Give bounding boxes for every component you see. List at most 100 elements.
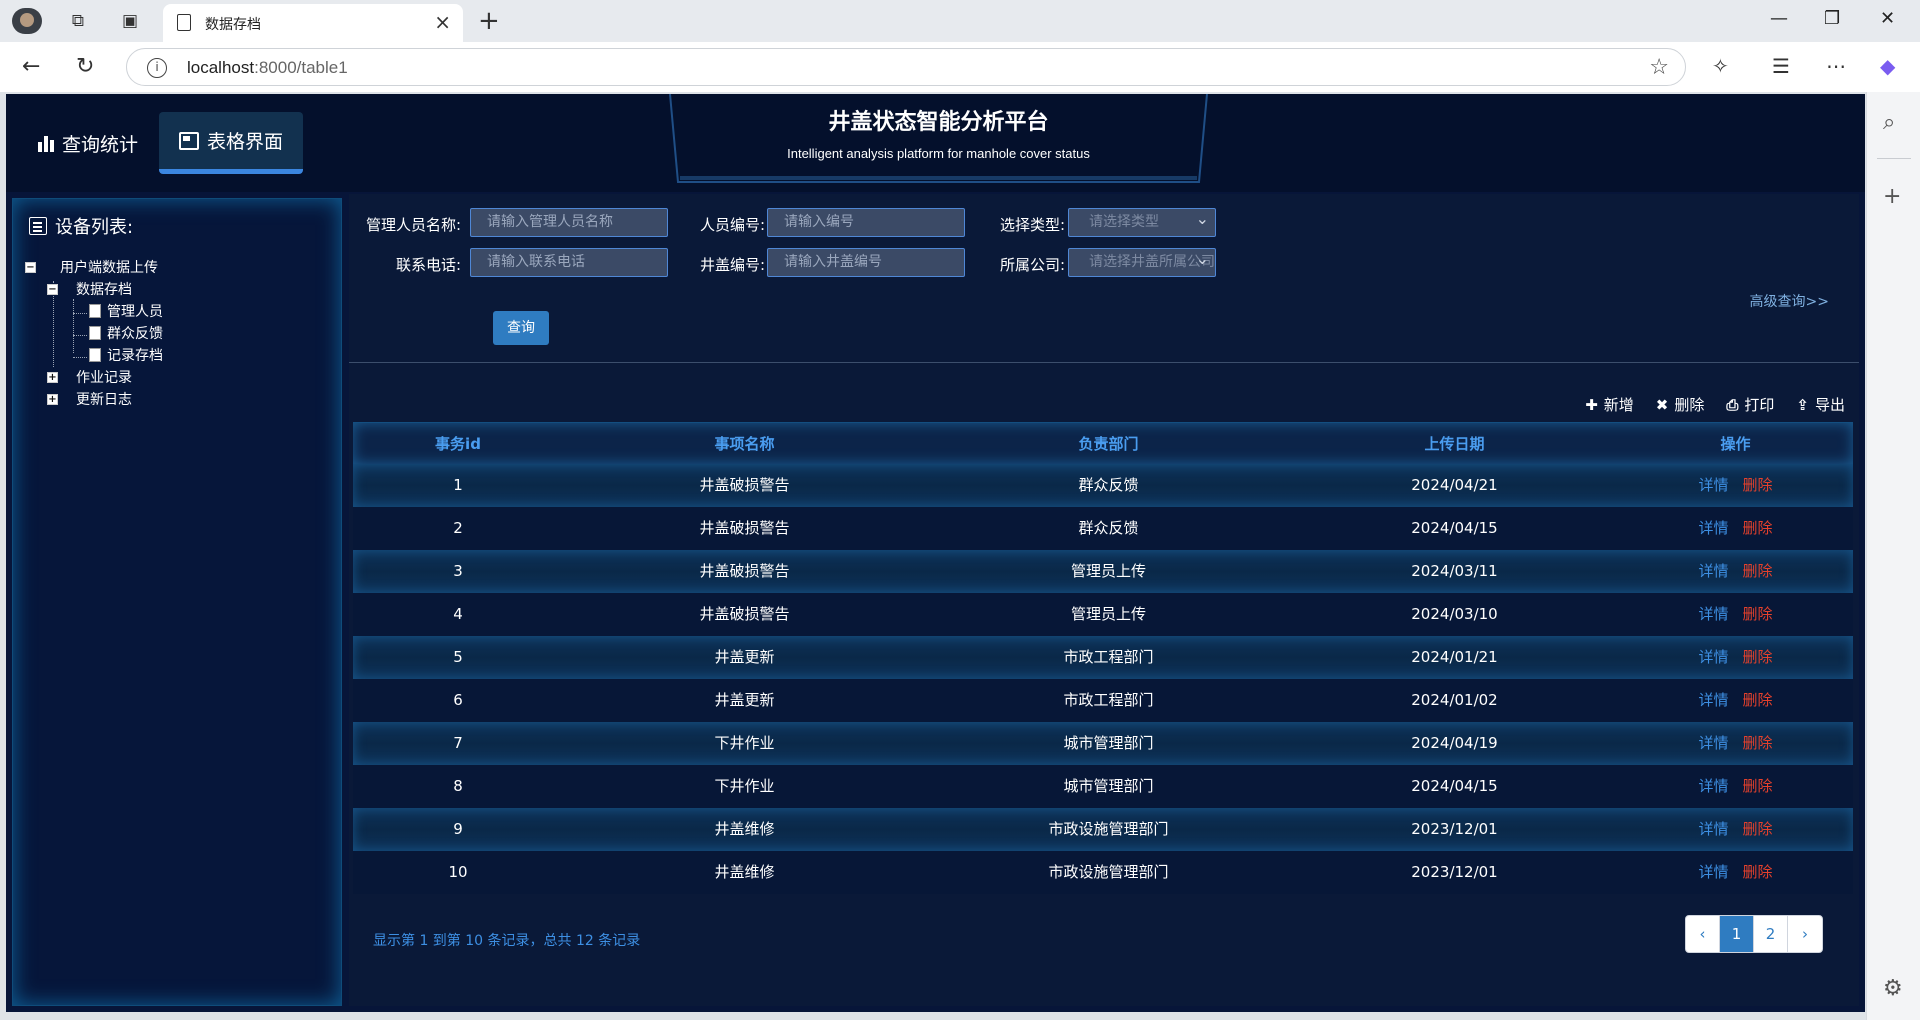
bar-chart-icon <box>38 134 54 152</box>
delete-link[interactable]: 删除 <box>1743 777 1773 795</box>
detail-link[interactable]: 详情 <box>1698 519 1728 537</box>
nav-table-view[interactable]: 表格界面 <box>159 112 304 174</box>
page-icon <box>177 14 191 31</box>
detail-link[interactable]: 详情 <box>1698 476 1728 494</box>
detail-link[interactable]: 详情 <box>1698 820 1728 838</box>
tree-node-update-log[interactable]: + 更新日志 <box>47 389 132 409</box>
workspaces-icon[interactable]: ⧉ <box>66 9 90 33</box>
column-header[interactable]: 事务id <box>353 423 563 464</box>
manager-name-input[interactable]: 请输入管理人员名称 <box>470 208 668 237</box>
company-select[interactable]: 请选择井盖所属公司 <box>1068 248 1216 277</box>
cell-id: 2 <box>453 519 463 537</box>
detail-link[interactable]: 详情 <box>1698 605 1728 623</box>
table-toolbar: ✚ 新增 ✖ 删除 ⎙ 打印 ⇪ 导出 <box>1585 394 1845 415</box>
add-button-label: 新增 <box>1603 396 1634 414</box>
back-icon[interactable]: ← <box>22 54 40 79</box>
delete-link[interactable]: 删除 <box>1743 691 1773 709</box>
tree-node-public-feedback[interactable]: 群众反馈 <box>89 323 163 343</box>
table-body: 1 井盖破损警告 群众反馈 2024/04/21 详情 删除 2 井盖破损警告 群众反馈 2024… <box>353 464 1853 894</box>
prev-page-button[interactable]: ‹ <box>1686 916 1720 952</box>
new-tab-icon[interactable]: + <box>478 6 500 36</box>
cell-upload-date: 2024/04/21 <box>1411 476 1498 494</box>
tree-node-user-upload[interactable]: − 用户端数据上传 <box>25 257 158 277</box>
print-button[interactable]: ⎙ 打印 <box>1726 394 1774 415</box>
tree-node-work-log[interactable]: + 作业记录 <box>47 367 132 387</box>
delete-link[interactable]: 删除 <box>1743 476 1773 494</box>
tab-actions-icon[interactable]: ▣ <box>118 9 142 33</box>
active-browser-tab[interactable]: 数据存档 × <box>163 4 463 42</box>
tree-node-managers[interactable]: 管理人员 <box>89 301 163 321</box>
detail-link[interactable]: 详情 <box>1698 863 1728 881</box>
cell-item-name: 井盖破损警告 <box>699 562 790 580</box>
delete-link[interactable]: 删除 <box>1743 863 1773 881</box>
profile-avatar[interactable] <box>12 8 42 34</box>
detail-link[interactable]: 详情 <box>1698 734 1728 752</box>
cell-department: 市政设施管理部门 <box>1048 820 1169 838</box>
delete-link[interactable]: 删除 <box>1743 605 1773 623</box>
query-button[interactable]: 查询 <box>493 311 549 345</box>
delete-button[interactable]: ✖ 删除 <box>1656 394 1705 415</box>
phone-input[interactable]: 请输入联系电话 <box>470 248 668 277</box>
cell-actions: 详情 删除 <box>1618 851 1853 894</box>
export-button[interactable]: ⇪ 导出 <box>1796 394 1845 415</box>
cell-item-name: 井盖破损警告 <box>699 519 790 537</box>
tree-node-record-archive[interactable]: 记录存档 <box>89 345 163 365</box>
detail-link[interactable]: 详情 <box>1698 648 1728 666</box>
tree-node-label: 群众反馈 <box>107 326 163 342</box>
delete-link[interactable]: 删除 <box>1743 734 1773 752</box>
company-label: 所属公司: <box>999 256 1065 274</box>
favorites-icon[interactable]: ☰ <box>1772 54 1790 78</box>
type-select[interactable]: 请选择类型 <box>1068 208 1216 237</box>
table-row: 7 下井作业 城市管理部门 2024/04/19 详情 删除 <box>353 722 1853 765</box>
page-button[interactable]: 1 <box>1720 916 1754 952</box>
collapse-toggle-icon[interactable]: − <box>47 283 58 295</box>
cell-upload-date: 2023/12/01 <box>1411 863 1498 881</box>
favorite-star-icon[interactable]: ☆ <box>1649 55 1669 80</box>
cell-actions: 详情 删除 <box>1618 765 1853 808</box>
delete-link[interactable]: 删除 <box>1743 648 1773 666</box>
site-info-icon[interactable]: i <box>147 58 167 78</box>
url-field[interactable]: i localhost:8000/table1 ☆ <box>126 48 1686 86</box>
add-icon[interactable]: + <box>1883 184 1901 209</box>
reload-icon[interactable]: ↻ <box>76 54 94 79</box>
add-button[interactable]: ✚ 新增 <box>1585 394 1634 415</box>
column-header[interactable]: 上传日期 <box>1291 423 1618 464</box>
tree-node-label: 更新日志 <box>76 392 132 408</box>
more-menu-icon[interactable]: ⋯ <box>1826 54 1846 78</box>
expand-toggle-icon[interactable]: + <box>47 393 58 405</box>
minimize-icon[interactable]: — <box>1770 8 1788 29</box>
tree-node-label: 作业记录 <box>76 370 132 386</box>
expand-toggle-icon[interactable]: + <box>47 371 58 383</box>
cell-id: 3 <box>453 562 463 580</box>
close-tab-icon[interactable]: × <box>434 10 451 34</box>
staff-number-input[interactable]: 请输入编号 <box>767 208 965 237</box>
detail-link[interactable]: 详情 <box>1698 562 1728 580</box>
restore-icon[interactable]: ❐ <box>1824 8 1840 29</box>
detail-link[interactable]: 详情 <box>1698 691 1728 709</box>
search-icon[interactable]: ⌕ <box>1883 110 1895 135</box>
cell-item-name: 井盖破损警告 <box>699 605 790 623</box>
cell-department: 市政工程部门 <box>1063 648 1154 666</box>
delete-link[interactable]: 删除 <box>1743 820 1773 838</box>
next-page-button[interactable]: › <box>1788 916 1822 952</box>
detail-link[interactable]: 详情 <box>1698 777 1728 795</box>
cover-number-input[interactable]: 请输入井盖编号 <box>767 248 965 277</box>
nav-query-stats[interactable]: 查询统计 <box>18 112 158 174</box>
settings-gear-icon[interactable]: ⚙ <box>1883 976 1903 1001</box>
delete-link[interactable]: 删除 <box>1743 519 1773 537</box>
column-header[interactable]: 事项名称 <box>563 423 926 464</box>
table-row: 3 井盖破损警告 管理员上传 2024/03/11 详情 删除 <box>353 550 1853 593</box>
advanced-search-link[interactable]: 高级查询>> <box>1750 291 1829 311</box>
column-header[interactable]: 负责部门 <box>926 423 1291 464</box>
collapse-toggle-icon[interactable]: − <box>25 261 36 273</box>
table-row: 5 井盖更新 市政工程部门 2024/01/21 详情 删除 <box>353 636 1853 679</box>
delete-link[interactable]: 删除 <box>1743 562 1773 580</box>
copilot-icon[interactable]: ◆ <box>1880 54 1895 78</box>
table-row: 1 井盖破损警告 群众反馈 2024/04/21 详情 删除 <box>353 464 1853 507</box>
cell-actions: 详情 删除 <box>1618 722 1853 765</box>
close-window-icon[interactable]: ✕ <box>1880 8 1895 29</box>
tree-node-data-archive[interactable]: − 数据存档 <box>47 279 132 299</box>
extensions-icon[interactable]: ✧ <box>1712 54 1729 78</box>
cell-item-name: 井盖维修 <box>714 820 775 838</box>
page-button[interactable]: 2 <box>1754 916 1788 952</box>
